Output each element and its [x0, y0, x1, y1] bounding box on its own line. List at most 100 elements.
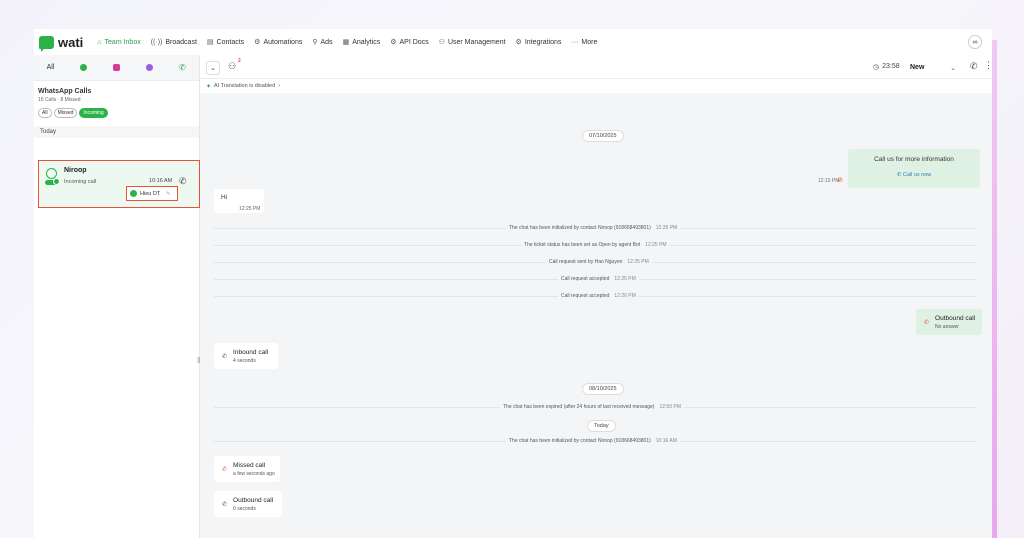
system-message: Call request accepted 12:26 PM: [558, 293, 639, 299]
system-text: The ticket status has been set as Open b…: [524, 242, 641, 248]
nav-label: Automations: [263, 38, 303, 46]
nav-label: Ads: [320, 38, 333, 46]
calls-panel: All ✆ WhatsApp Calls 15 Calls · 8 Missed…: [34, 55, 200, 538]
phone-icon[interactable]: ✆: [179, 176, 187, 187]
nav-item-integrations[interactable]: ⚙ Integrations: [515, 38, 562, 47]
filter-missed[interactable]: Missed: [53, 108, 78, 118]
translation-bar[interactable]: ✦ AI Translation is disabled ›: [200, 79, 992, 93]
nav-label: Analytics: [352, 38, 381, 46]
clock-icon: ◷: [873, 64, 880, 71]
top-navigation: wati ⌂ Team Inbox ((·)) Broadcast ▤ Contacts ⚙…: [34, 29, 992, 55]
message-bubble: Hi 12:25 PM: [214, 189, 264, 213]
system-text: The chat has been initialized by contact…: [509, 438, 651, 444]
phone-icon: ✆: [179, 63, 186, 72]
glasses-icon[interactable]: ∞: [968, 35, 982, 49]
system-message: The chat has been initialized by contact…: [506, 225, 681, 231]
nav-item-contacts[interactable]: ▤ Contacts: [207, 38, 244, 47]
logo-text: wati: [58, 34, 84, 50]
tab-whatsapp[interactable]: [67, 64, 100, 71]
call-icon[interactable]: ✆: [970, 61, 978, 72]
integrations-icon: ⚙: [515, 39, 522, 46]
translation-icon: ✦: [206, 83, 212, 90]
nav-item-api-docs[interactable]: ⚙ API Docs: [390, 38, 429, 47]
error-icon: ⊘: [837, 177, 843, 184]
more-icon: ···: [571, 38, 579, 46]
nav-item-analytics[interactable]: ▦ Analytics: [342, 38, 381, 47]
wati-logo[interactable]: wati: [39, 34, 84, 52]
system-time: 12:25 PM: [645, 242, 667, 248]
instagram-icon: [113, 64, 120, 71]
messenger-icon: [146, 64, 153, 71]
system-message: The ticket status has been set as Open b…: [521, 242, 670, 248]
section-header: Today: [34, 126, 199, 138]
nav-label: API Docs: [399, 38, 429, 46]
nav-item-automations[interactable]: ⚙ Automations: [254, 38, 303, 47]
nav-item-team-inbox[interactable]: ⌂ Team Inbox: [97, 39, 140, 46]
system-text: Call request accepted: [561, 276, 610, 282]
nav-item-more[interactable]: ··· More: [571, 39, 597, 46]
chat-toolbar: ⌄ ⚇ 2 ◷ 23:58 New ⌄ ✆ ⋮: [200, 55, 993, 79]
api-docs-icon: ⚙: [390, 39, 397, 46]
call-outgoing-icon: ✆: [222, 501, 228, 508]
system-message: Call request sent by Hao Nguyen 12:25 PM: [546, 259, 652, 265]
assign-user-icon[interactable]: ⚇: [228, 61, 236, 72]
assign-count: 2: [238, 58, 241, 64]
agent-whatsapp-icon: [130, 190, 137, 197]
nav-label: User Management: [447, 38, 506, 46]
call-missed-icon: ✆: [924, 319, 930, 326]
session-timer: ◷ 23:58: [873, 63, 900, 71]
call-bubble: ✆ Outbound call 0 seconds: [214, 491, 282, 517]
filter-incoming[interactable]: Incoming: [79, 108, 108, 118]
message-time: 12:25 PM: [239, 206, 261, 212]
wati-logo-icon: [39, 35, 54, 52]
call-subtitle: 4 seconds: [233, 357, 256, 364]
nav-item-ads[interactable]: ⚲ Ads: [312, 38, 333, 47]
call-us-now-button[interactable]: ✆ Call us now: [848, 172, 980, 178]
message-bubble: Call us for more information ✆ Call us n…: [848, 149, 980, 188]
system-message: The chat has been initialized by contact…: [506, 438, 680, 444]
call-bubble: ✆ Outbound call No answer: [916, 309, 982, 335]
call-list-item[interactable]: Niroop Incoming call 10:16 AM ✆ Hieu DT …: [38, 160, 200, 208]
date-separator: 07/10/2025: [582, 130, 624, 142]
nav-item-user-management[interactable]: ⚇ User Management: [439, 38, 506, 47]
more-vertical-icon[interactable]: ⋮: [984, 60, 993, 71]
tab-messenger[interactable]: [133, 64, 166, 71]
tab-instagram[interactable]: [100, 64, 133, 71]
chevron-down-icon: ⌄: [950, 64, 956, 72]
timer-value: 23:58: [882, 63, 900, 70]
call-missed-icon: ✆: [222, 466, 228, 473]
chevron-down-icon[interactable]: ⌄: [206, 61, 220, 75]
call-us-now-label: Call us now: [902, 172, 932, 178]
analytics-icon: ▦: [342, 39, 350, 46]
system-text: The chat has been initialized by contact…: [509, 225, 651, 231]
nav-label: Integrations: [524, 38, 562, 46]
chevron-right-icon: ›: [278, 83, 281, 89]
nav-label: More: [581, 38, 598, 46]
date-separator: Today: [587, 420, 616, 432]
filter-all[interactable]: All: [38, 108, 52, 118]
call-time: 10:16 AM: [149, 178, 173, 184]
tab-all[interactable]: All: [34, 64, 67, 71]
edit-agent-icon[interactable]: ✎: [166, 191, 170, 197]
system-text: Call request accepted: [561, 293, 610, 299]
call-title: Outbound call: [233, 496, 274, 504]
status-dropdown[interactable]: New ⌄: [906, 60, 960, 75]
system-time: 12:25 PM: [627, 259, 649, 265]
message-text: Hi: [221, 194, 228, 201]
panel-subtitle: 15 Calls · 8 Missed: [38, 97, 81, 103]
nav-item-broadcast[interactable]: ((·)) Broadcast: [151, 39, 197, 46]
call-type: Incoming call: [64, 179, 97, 185]
call-subtitle: a few seconds ago: [233, 470, 275, 477]
automations-icon: ⚙: [254, 39, 261, 46]
nav-label: Broadcast: [165, 38, 197, 46]
tab-calls[interactable]: ✆: [166, 63, 199, 72]
nav-label: Team Inbox: [104, 38, 141, 46]
system-message: Call request accepted 12:25 PM: [558, 276, 639, 282]
status-value: New: [910, 64, 925, 71]
assigned-agent[interactable]: Hieu DT ✎: [126, 186, 178, 201]
whatsapp-badge-icon: [53, 178, 60, 185]
call-subtitle: 0 seconds: [233, 505, 256, 512]
whatsapp-icon: [80, 64, 87, 71]
system-time: 12:26 PM: [614, 293, 636, 299]
inbox-icon: ⌂: [97, 38, 102, 46]
